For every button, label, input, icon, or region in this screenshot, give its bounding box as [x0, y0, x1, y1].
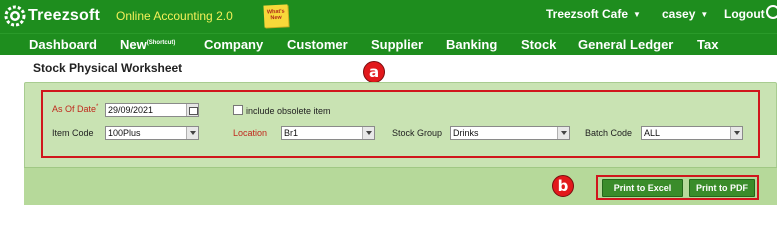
as-of-date-value: 29/09/2021 — [108, 105, 154, 115]
main-nav: Dashboard New(Shortcut) Company Customer… — [0, 33, 777, 55]
top-header: Treezsoft Online Accounting 2.0 What's N… — [0, 0, 777, 33]
gear-tree-icon — [3, 4, 27, 28]
page-title: Stock Physical Worksheet — [33, 61, 183, 75]
tagline: Online Accounting 2.0 — [116, 9, 233, 23]
chevron-down-icon: ▼ — [700, 10, 709, 19]
company-name: Treezsoft Cafe — [546, 7, 629, 21]
power-icon[interactable] — [766, 5, 777, 19]
nav-new[interactable]: New(Shortcut) — [120, 37, 175, 52]
chevron-down-icon — [557, 127, 569, 139]
stock-group-select[interactable]: Drinks — [450, 126, 570, 140]
annotation-marker-b: b — [552, 175, 574, 197]
nav-customer[interactable]: Customer — [287, 37, 348, 52]
app-root: Treezsoft Online Accounting 2.0 What's N… — [0, 0, 777, 210]
nav-new-label: New — [120, 37, 147, 52]
user-name: casey — [662, 7, 696, 21]
stock-group-value: Drinks — [453, 128, 479, 138]
as-of-date-input[interactable]: 29/09/2021 — [105, 103, 199, 117]
nav-company[interactable]: Company — [204, 37, 263, 52]
filter-highlight-box — [41, 90, 760, 158]
logout-label: Logout — [724, 7, 765, 21]
batch-code-select[interactable]: ALL — [641, 126, 743, 140]
chevron-down-icon — [730, 127, 742, 139]
item-code-value: 100Plus — [108, 128, 141, 138]
stock-group-label: Stock Group — [392, 128, 443, 138]
as-of-date-label: As Of Date* — [52, 104, 98, 114]
nav-general-ledger[interactable]: General Ledger — [578, 37, 673, 52]
company-menu[interactable]: Treezsoft Cafe ▼ — [546, 7, 641, 21]
chevron-down-icon: ▼ — [633, 10, 641, 19]
logout-link[interactable]: Logout — [724, 7, 765, 21]
chevron-down-icon — [362, 127, 374, 139]
user-menu[interactable]: casey ▼ — [662, 7, 708, 21]
nav-supplier[interactable]: Supplier — [371, 37, 423, 52]
nav-new-shortcut: (Shortcut) — [146, 40, 176, 46]
as-of-date-label-text: As Of Date — [52, 104, 97, 114]
calendar-icon[interactable] — [186, 104, 198, 116]
print-to-pdf-button[interactable]: Print to PDF — [689, 179, 755, 197]
nav-stock[interactable]: Stock — [521, 37, 556, 52]
batch-code-value: ALL — [644, 128, 661, 138]
include-obsolete-checkbox[interactable] — [233, 105, 243, 115]
whats-new-sticker[interactable]: What's New — [263, 4, 289, 28]
print-to-excel-button[interactable]: Print to Excel — [602, 179, 683, 197]
nav-banking[interactable]: Banking — [446, 37, 497, 52]
chevron-down-icon — [186, 127, 198, 139]
item-code-select[interactable]: 100Plus — [105, 126, 199, 140]
nav-dashboard[interactable]: Dashboard — [29, 37, 97, 52]
location-value: Br1 — [284, 128, 299, 138]
location-label: Location — [233, 128, 268, 138]
item-code-label: Item Code — [52, 128, 94, 138]
nav-tax[interactable]: Tax — [697, 37, 718, 52]
location-select[interactable]: Br1 — [281, 126, 375, 140]
required-mark: * — [96, 104, 99, 110]
include-obsolete-label: include obsolete item — [246, 106, 331, 116]
logo-text: Treezsoft — [28, 7, 101, 24]
treezsoft-logo[interactable]: Treezsoft — [3, 4, 100, 28]
annotation-marker-a: a — [363, 61, 385, 83]
batch-code-label: Batch Code — [585, 128, 633, 138]
